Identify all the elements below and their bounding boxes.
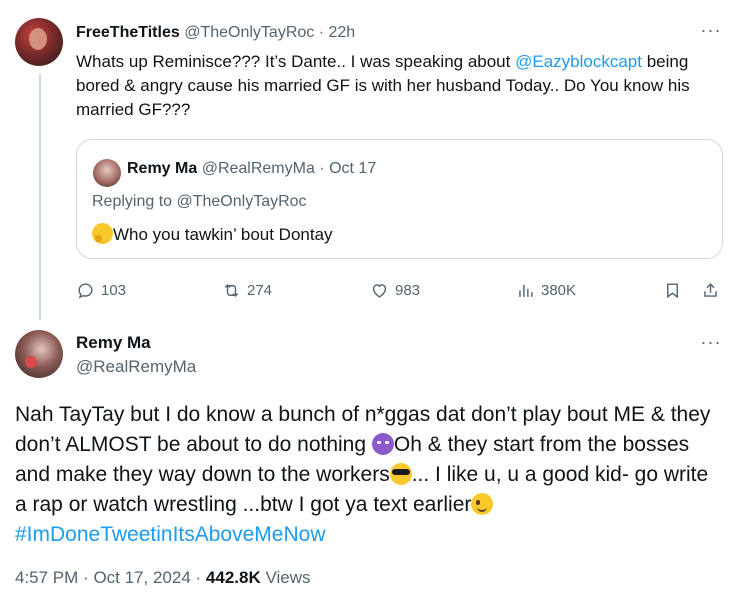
reply-icon	[78, 282, 93, 299]
avatar	[93, 159, 121, 187]
more-options-icon[interactable]: ···	[697, 21, 725, 44]
quoted-tweet[interactable]: Remy Ma @RealRemyMa · Oct 17 Replying to…	[76, 139, 723, 259]
repost-icon	[224, 283, 239, 297]
repost-count: 274	[247, 281, 273, 299]
bookmark-icon	[667, 282, 678, 298]
thread-connector-line	[39, 74, 41, 320]
tweet-action-bar: 103 274 983 380K	[76, 278, 724, 302]
avatar[interactable]	[15, 330, 63, 378]
quoted-tweet-header: Remy Ma @RealRemyMa · Oct 17	[127, 160, 376, 178]
like-count: 983	[395, 281, 421, 299]
views-label: Views	[265, 568, 311, 587]
heart-icon	[372, 283, 387, 298]
views-button[interactable]: 380K	[516, 278, 576, 302]
separator: ·	[319, 160, 325, 177]
repost-button[interactable]: 274	[222, 278, 272, 302]
avatar[interactable]	[15, 18, 63, 66]
views-count: 380K	[541, 281, 577, 299]
winking-face-icon	[471, 493, 494, 515]
views-total: 442.8K	[205, 568, 261, 587]
separator: ·	[318, 24, 325, 41]
replying-to-label: Replying to @TheOnlyTayRoc	[92, 193, 307, 210]
reply-count: 103	[101, 281, 127, 299]
share-icon	[704, 282, 717, 297]
display-name[interactable]: Remy Ma	[76, 333, 151, 353]
post-time[interactable]: 4:57 PM	[15, 568, 78, 587]
timestamp[interactable]: 22h	[329, 24, 356, 41]
post-date[interactable]: Oct 17, 2024	[93, 568, 190, 587]
thinking-face-icon	[92, 223, 113, 244]
tweet-metadata: 4:57 PM · Oct 17, 2024 · 442.8K Views	[15, 568, 311, 587]
display-name[interactable]: FreeTheTitles	[76, 24, 180, 41]
share-button[interactable]	[701, 278, 720, 302]
hashtag-link[interactable]: #ImDoneTweetinItsAboveMeNow	[15, 523, 325, 546]
tweet-text: Whats up Reminisce??? It’s Dante.. I was…	[76, 52, 690, 119]
sunglasses-face-icon	[389, 463, 412, 485]
timestamp: Oct 17	[329, 160, 377, 177]
user-handle[interactable]: @TheOnlyTayRoc	[184, 24, 314, 41]
more-options-icon[interactable]: ···	[697, 333, 725, 356]
like-button[interactable]: 983	[370, 278, 420, 302]
tweet-header: FreeTheTitles @TheOnlyTayRoc · 22h	[76, 24, 355, 42]
reply-button[interactable]: 103	[76, 278, 126, 302]
smiling-devil-icon	[371, 433, 394, 455]
quoted-tweet-text: Who you tawkin’ bout Dontay	[92, 223, 333, 245]
mention-link[interactable]: @Eazyblockcapt	[515, 52, 642, 71]
user-handle: @RealRemyMa	[201, 160, 315, 177]
user-handle[interactable]: @RealRemyMa	[76, 357, 196, 377]
bookmark-button[interactable]	[663, 278, 682, 302]
analytics-icon	[519, 284, 533, 297]
tweet-text: Nah TayTay but I do know a bunch of n*gg…	[15, 403, 711, 546]
display-name: Remy Ma	[127, 160, 198, 177]
